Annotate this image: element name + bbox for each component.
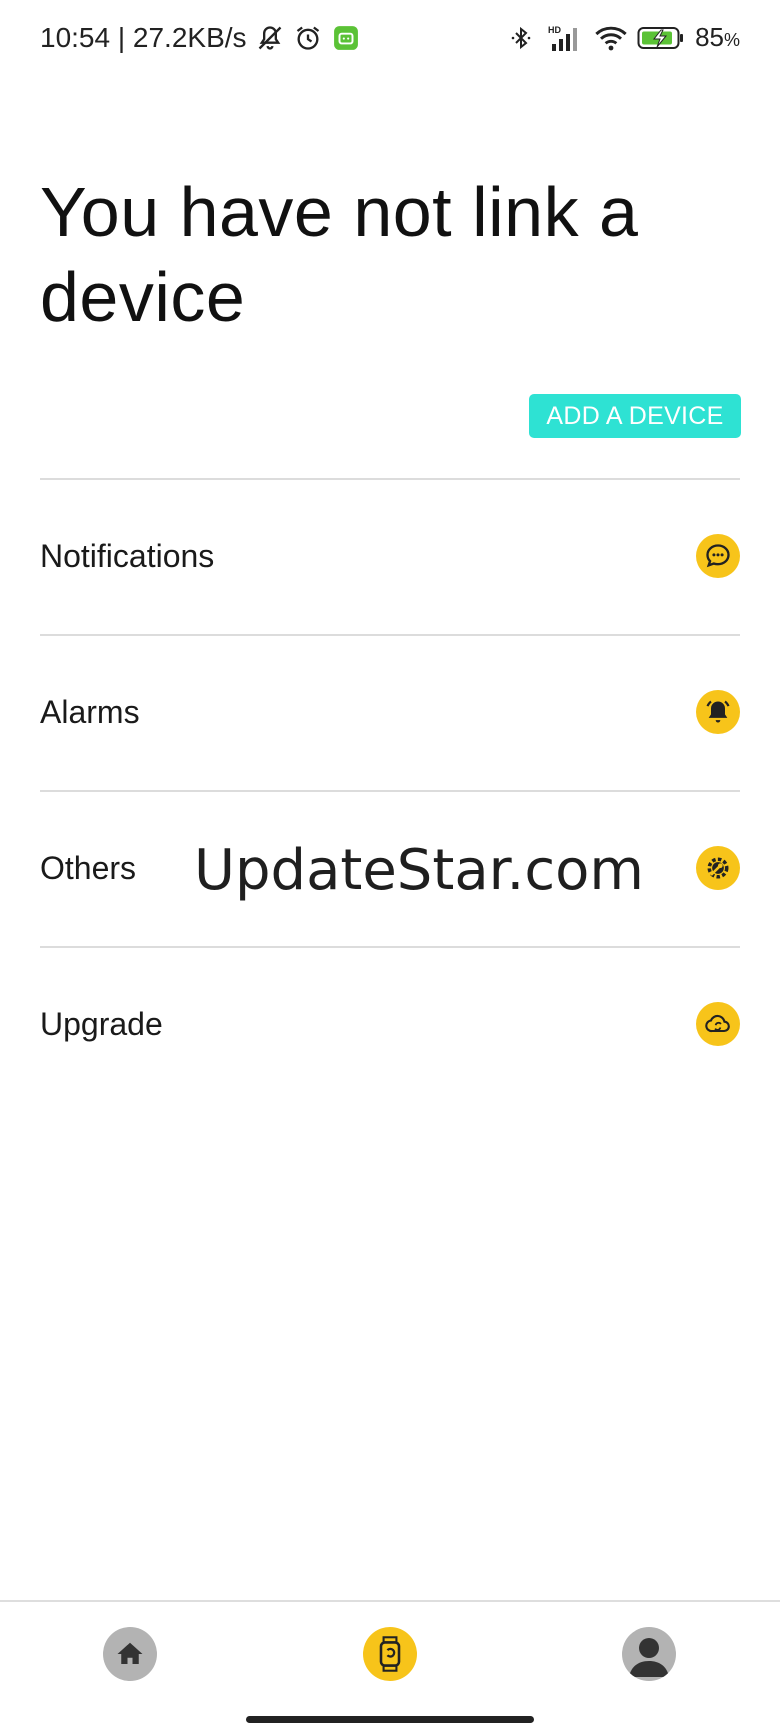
- divider: [40, 790, 740, 792]
- cloud-sync-icon: [696, 1002, 740, 1046]
- settings-item-alarms[interactable]: Alarms: [40, 637, 740, 787]
- settings-item-label: Notifications: [40, 537, 215, 574]
- home-indicator: [246, 1716, 534, 1723]
- settings-item-notifications[interactable]: Notifications: [40, 481, 740, 631]
- bluetooth-icon: [505, 23, 537, 53]
- status-bar: 10:54 | 27.2KB/s HD 85%: [0, 0, 780, 80]
- status-time-speed: 10:54 | 27.2KB/s: [40, 22, 247, 53]
- divider: [40, 946, 740, 948]
- nav-home[interactable]: [103, 1627, 157, 1681]
- nav-device[interactable]: [363, 1627, 417, 1681]
- bell-icon: [696, 690, 740, 734]
- message-icon: [696, 534, 740, 578]
- svg-text:HD: HD: [548, 25, 561, 35]
- wifi-icon: [595, 23, 627, 53]
- mute-bell-icon: [255, 23, 285, 53]
- settings-item-label: Upgrade: [40, 1005, 163, 1042]
- divider: [40, 634, 740, 636]
- settings-item-label: Others: [40, 849, 137, 886]
- profile-icon: [622, 1627, 676, 1681]
- divider: [40, 478, 740, 480]
- nav-profile[interactable]: [622, 1627, 676, 1681]
- settings-item-label: Alarms: [40, 693, 140, 730]
- page-title: You have not link a device: [40, 173, 639, 336]
- status-left: 10:54 | 27.2KB/s: [40, 22, 361, 54]
- bottom-nav: [0, 1600, 780, 1733]
- status-right: HD 85%: [505, 22, 740, 53]
- watermark: UpdateStar.com: [194, 838, 644, 903]
- alarm-clock-icon: [293, 23, 323, 53]
- watch-icon: [376, 1636, 404, 1672]
- wrench-gear-icon: [696, 846, 740, 890]
- app-notification-icon: [331, 23, 361, 53]
- signal-icon: HD: [547, 23, 585, 53]
- settings-item-upgrade[interactable]: Upgrade: [40, 949, 740, 1099]
- home-icon: [114, 1639, 146, 1669]
- add-device-button[interactable]: ADD A DEVICE: [529, 394, 741, 438]
- battery-icon: [637, 23, 685, 53]
- battery-level: 85%: [695, 22, 740, 52]
